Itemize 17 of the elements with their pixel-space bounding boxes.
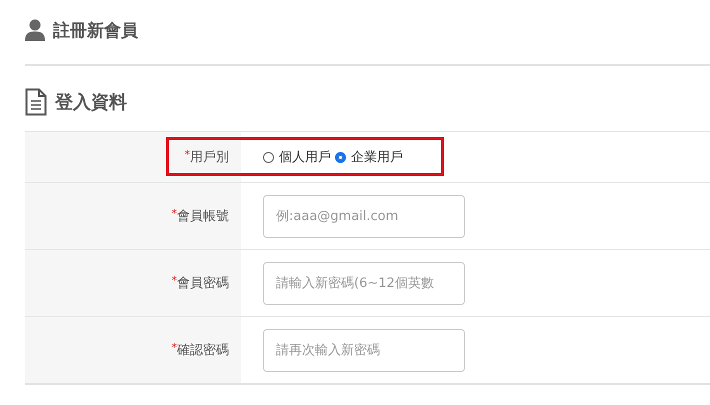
field-label: 確認密碼 (177, 342, 229, 359)
required-mark: * (172, 340, 177, 354)
input-field[interactable]: 請輸入新密碼(6~12個英數 (263, 262, 465, 304)
input-field[interactable]: 例:aaa@gmail.com (263, 194, 465, 238)
field-label: 會員密碼 (177, 275, 229, 292)
section-title: 登入資料 (55, 91, 127, 114)
field-label: 用戶別 (190, 149, 229, 166)
page-title: 註冊新會員 (53, 20, 138, 42)
input-field[interactable]: 請再次輸入新密碼 (263, 328, 465, 372)
field-label: 會員帳號 (177, 208, 229, 225)
required-mark: * (184, 148, 190, 160)
document-icon (25, 88, 47, 116)
radio-option[interactable]: 個人用戶 (263, 148, 331, 166)
required-mark: * (172, 206, 177, 220)
required-mark: * (172, 274, 177, 286)
user-icon (25, 19, 45, 41)
radio-option[interactable]: 企業用戶 (335, 148, 403, 166)
